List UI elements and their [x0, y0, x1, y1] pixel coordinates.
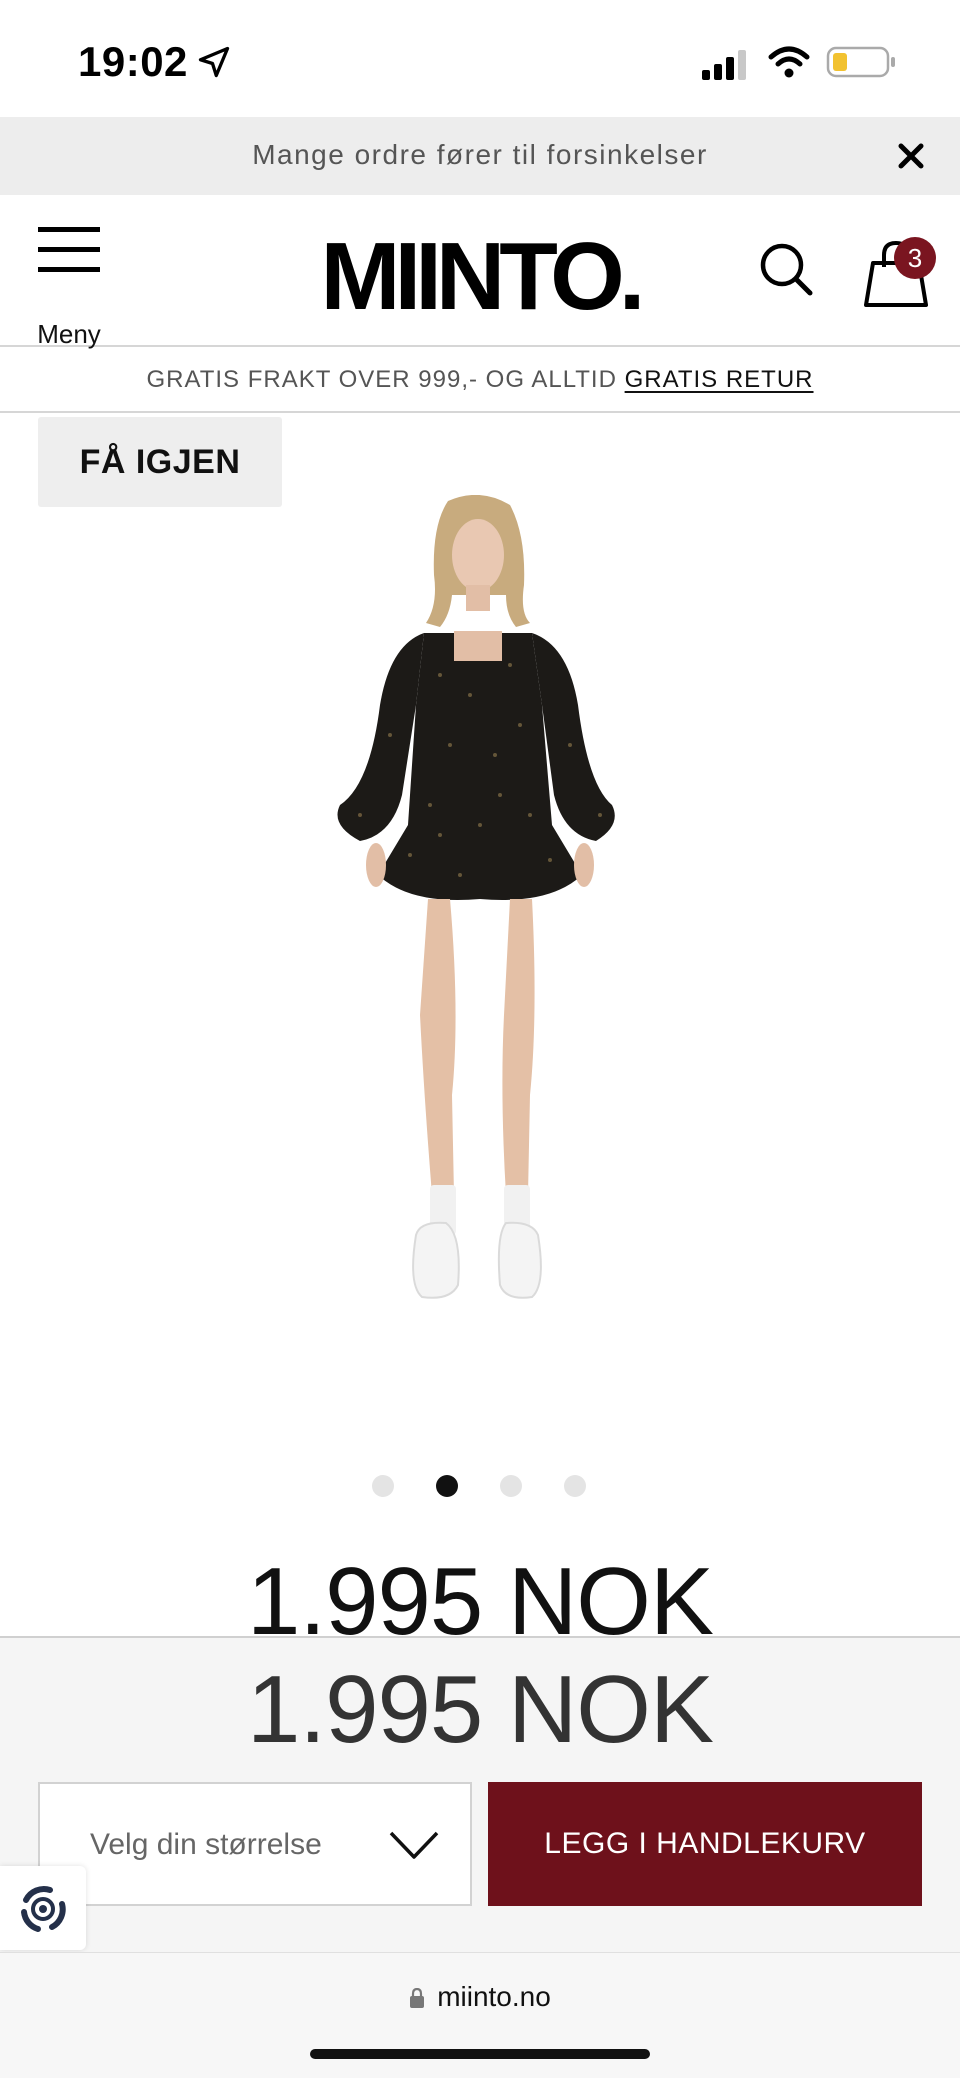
- floating-widget-button[interactable]: [0, 1866, 86, 1950]
- announcement-text: Mange ordre fører til forsinkelser: [252, 139, 708, 170]
- free-return-link[interactable]: GRATIS RETUR: [625, 366, 814, 393]
- location-arrow-icon: [198, 46, 230, 78]
- shipping-text: GRATIS FRAKT OVER 999,- OG ALLTID: [146, 366, 625, 393]
- sticky-buy-bar: 1.995 NOK Velg din størrelse LEGG I HAND…: [0, 1636, 960, 1952]
- gallery-dot-3[interactable]: [500, 1475, 522, 1497]
- gallery-dot-4[interactable]: [564, 1475, 586, 1497]
- product-model-image[interactable]: [320, 495, 640, 1375]
- svg-text:MIINTO.: MIINTO.: [321, 235, 640, 319]
- search-icon[interactable]: [758, 241, 814, 297]
- status-bar: 19:02: [0, 0, 960, 117]
- close-icon[interactable]: [892, 137, 930, 175]
- product-price: 1.995 NOK: [247, 1548, 714, 1647]
- size-select[interactable]: Velg din størrelse: [38, 1782, 472, 1906]
- status-time: 19:02: [78, 38, 188, 85]
- shipping-info: GRATIS FRAKT OVER 999,- OG ALLTID GRATIS…: [0, 349, 960, 413]
- sticky-price: 1.995 NOK: [247, 1656, 714, 1763]
- gallery-dot-1[interactable]: [372, 1475, 394, 1497]
- recycle-settings-icon: [21, 1886, 66, 1932]
- hamburger-icon: [38, 227, 100, 272]
- wifi-icon: [768, 46, 810, 78]
- product-gallery: FÅ IGJEN 1.995 NOK: [0, 415, 960, 1647]
- add-to-cart-button[interactable]: LEGG I HANDLEKURV: [488, 1782, 922, 1906]
- menu-label: Meny: [37, 319, 101, 349]
- site-header: Meny MIINTO. 3: [0, 195, 960, 349]
- cellular-signal-icon: [702, 50, 746, 80]
- chevron-down-icon: [389, 1831, 439, 1859]
- url-text: miinto.no: [437, 1981, 551, 2012]
- cart-button[interactable]: 3: [860, 237, 940, 309]
- miinto-logo[interactable]: MIINTO.: [318, 235, 642, 319]
- menu-button[interactable]: Meny: [34, 225, 104, 349]
- browser-bottom-bar: miinto.no: [0, 1952, 960, 2078]
- gallery-pagination: [0, 1475, 960, 1505]
- lock-icon: [410, 1988, 425, 2008]
- home-indicator[interactable]: [310, 2049, 650, 2059]
- cart-count-badge: 3: [894, 237, 936, 279]
- url-bar[interactable]: miinto.no: [0, 1981, 960, 2013]
- size-select-placeholder: Velg din størrelse: [90, 1828, 322, 1861]
- gallery-dot-2[interactable]: [436, 1475, 458, 1497]
- product-tag: FÅ IGJEN: [38, 417, 282, 507]
- battery-icon: [826, 46, 895, 78]
- announcement-bar: Mange ordre fører til forsinkelser: [0, 117, 960, 195]
